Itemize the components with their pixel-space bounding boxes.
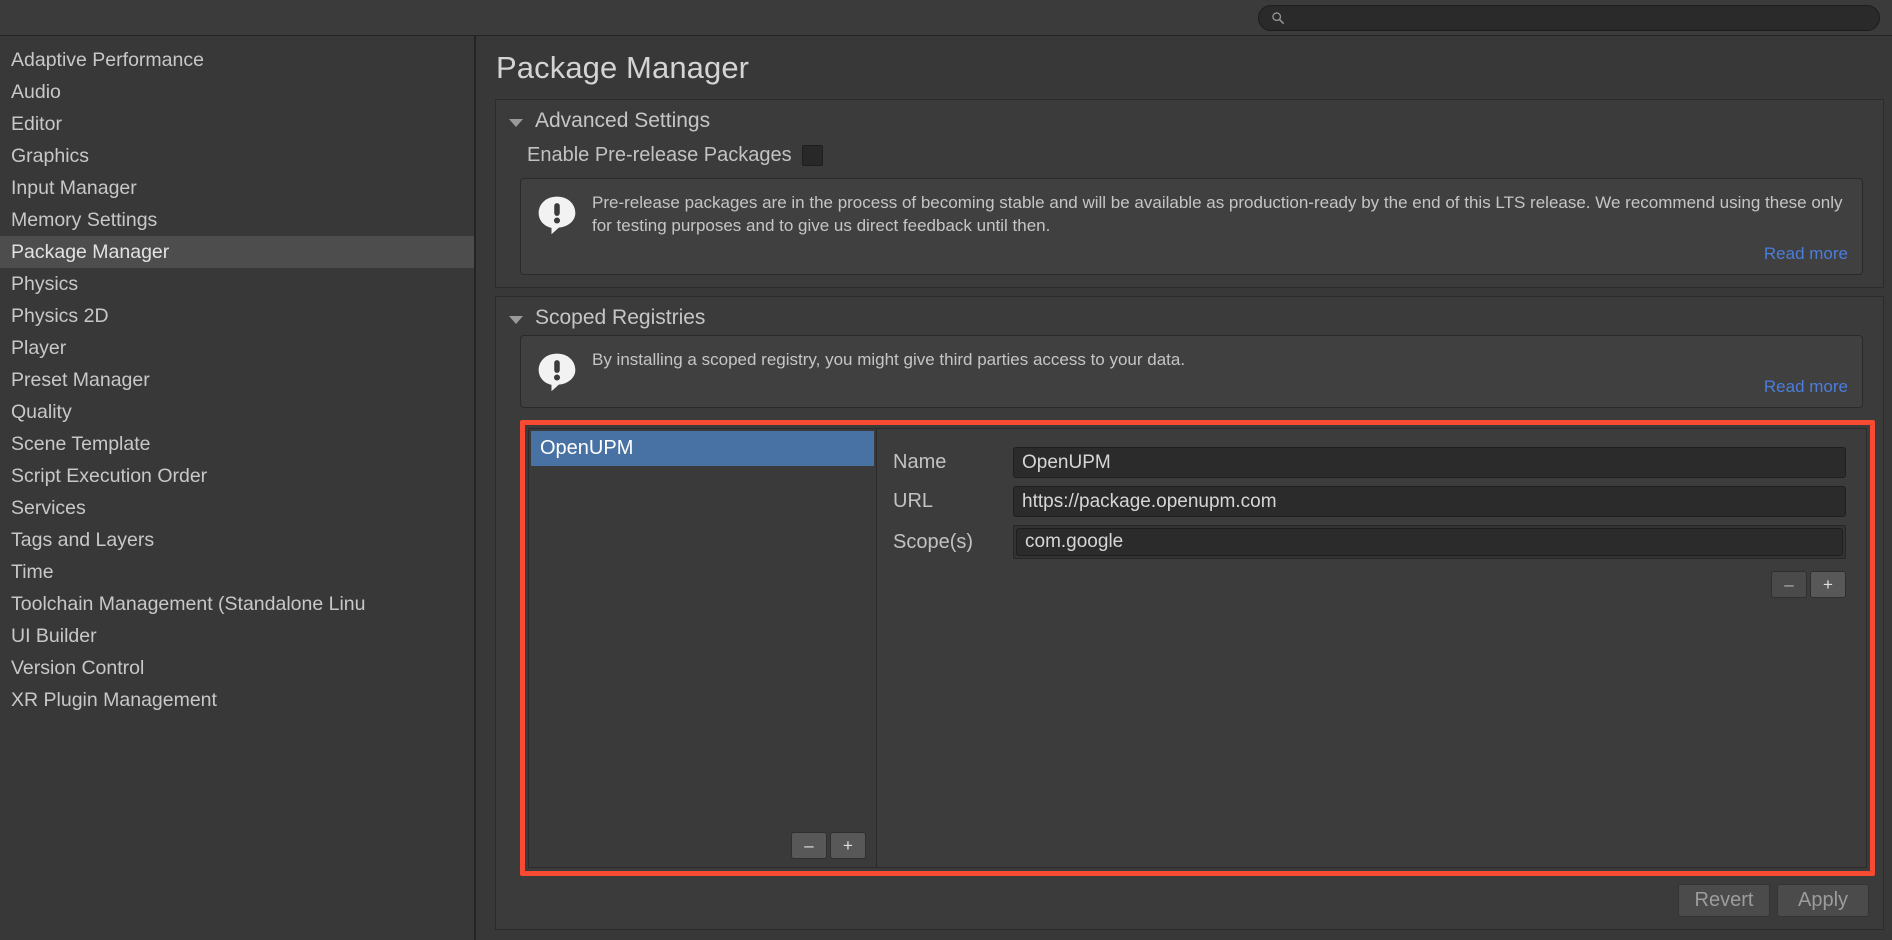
scoped-help-text: By installing a scoped registry, you mig…: [592, 348, 1848, 371]
info-speech-bubble-icon: [535, 193, 579, 237]
registry-url-input[interactable]: [1013, 486, 1846, 517]
sidebar-item-ui-builder[interactable]: UI Builder: [0, 620, 475, 652]
main-content: Package Manager Advanced Settings Enable…: [476, 36, 1892, 940]
registry-detail-panel: Name URL Scope(s): [877, 429, 1866, 867]
remove-scope-button[interactable]: –: [1771, 571, 1807, 598]
enable-prerelease-checkbox[interactable]: [802, 145, 823, 166]
registry-scope-input[interactable]: [1016, 528, 1843, 556]
prerelease-help-box: Pre-release packages are in the process …: [520, 178, 1863, 275]
scoped-registries-title: Scoped Registries: [535, 306, 705, 330]
sidebar-divider: [474, 36, 475, 940]
scoped-help-box: By installing a scoped registry, you mig…: [520, 335, 1863, 408]
scoped-registries-section: Scoped Registries By installing a scoped…: [495, 296, 1884, 930]
detail-spacer: [893, 598, 1846, 867]
sidebar-item-package-manager[interactable]: Package Manager: [0, 236, 475, 268]
apply-button[interactable]: Apply: [1777, 884, 1869, 917]
sidebar-item-physics-2d[interactable]: Physics 2D: [0, 300, 475, 332]
advanced-settings-header[interactable]: Advanced Settings: [496, 100, 1883, 138]
enable-prerelease-row: Enable Pre-release Packages: [496, 138, 1883, 178]
scoped-registry-editor: OpenUPM – + Name: [528, 428, 1867, 868]
search-icon: [1271, 11, 1285, 25]
sidebar-item-services[interactable]: Services: [0, 492, 475, 524]
sidebar-item-player[interactable]: Player: [0, 332, 475, 364]
registry-list-footer: – +: [529, 823, 876, 867]
sidebar-item-time[interactable]: Time: [0, 556, 475, 588]
registry-name-input[interactable]: [1013, 447, 1846, 478]
prerelease-help-body: Pre-release packages are in the process …: [592, 191, 1848, 264]
chevron-down-icon[interactable]: [509, 316, 523, 324]
advanced-settings-title: Advanced Settings: [535, 109, 710, 133]
scoped-registry-editor-highlight: OpenUPM – + Name: [520, 420, 1875, 876]
sidebar-item-input-manager[interactable]: Input Manager: [0, 172, 475, 204]
sidebar-item-editor[interactable]: Editor: [0, 108, 475, 140]
registry-name-row: Name: [893, 447, 1846, 478]
sidebar-item-preset-manager[interactable]: Preset Manager: [0, 364, 475, 396]
advanced-settings-section: Advanced Settings Enable Pre-release Pac…: [495, 99, 1884, 288]
add-scope-button[interactable]: +: [1810, 571, 1846, 598]
scoped-read-more-link[interactable]: Read more: [592, 377, 1848, 397]
registry-url-label: URL: [893, 490, 1013, 513]
unity-project-settings-window: Adaptive PerformanceAudioEditorGraphicsI…: [0, 0, 1892, 940]
chevron-down-icon[interactable]: [509, 119, 523, 127]
sidebar-item-graphics[interactable]: Graphics: [0, 140, 475, 172]
top-toolbar: [0, 0, 1892, 36]
sidebar-item-version-control[interactable]: Version Control: [0, 652, 475, 684]
sidebar-item-script-execution-order[interactable]: Script Execution Order: [0, 460, 475, 492]
sidebar-item-scene-template[interactable]: Scene Template: [0, 428, 475, 460]
registry-scopes-list[interactable]: [1013, 525, 1846, 559]
registry-scopes-label: Scope(s): [893, 531, 1013, 554]
sidebar-item-adaptive-performance[interactable]: Adaptive Performance: [0, 44, 475, 76]
page-title: Package Manager: [476, 36, 1892, 99]
sidebar-item-xr-plugin-management[interactable]: XR Plugin Management: [0, 684, 475, 716]
scope-buttons-row: – +: [893, 571, 1846, 598]
sidebar-item-physics[interactable]: Physics: [0, 268, 475, 300]
registry-scopes-row: Scope(s): [893, 525, 1846, 559]
sidebar-item-audio[interactable]: Audio: [0, 76, 475, 108]
sidebar-item-quality[interactable]: Quality: [0, 396, 475, 428]
settings-category-sidebar[interactable]: Adaptive PerformanceAudioEditorGraphicsI…: [0, 36, 476, 940]
sidebar-item-tags-and-layers[interactable]: Tags and Layers: [0, 524, 475, 556]
add-registry-button[interactable]: +: [830, 832, 866, 859]
scoped-registries-header[interactable]: Scoped Registries: [496, 297, 1883, 335]
registry-url-row: URL: [893, 486, 1846, 517]
prerelease-read-more-link[interactable]: Read more: [592, 244, 1848, 264]
sidebar-item-memory-settings[interactable]: Memory Settings: [0, 204, 475, 236]
info-speech-bubble-icon: [535, 350, 579, 394]
registry-list-item[interactable]: OpenUPM: [531, 431, 874, 466]
scoped-help-body: By installing a scoped registry, you mig…: [592, 348, 1848, 397]
enable-prerelease-label: Enable Pre-release Packages: [527, 144, 792, 167]
registry-list-column: OpenUPM – +: [529, 429, 877, 867]
remove-registry-button[interactable]: –: [791, 832, 827, 859]
prerelease-help-text: Pre-release packages are in the process …: [592, 191, 1848, 238]
search-box[interactable]: [1258, 5, 1880, 31]
body-split: Adaptive PerformanceAudioEditorGraphicsI…: [0, 36, 1892, 940]
registry-list[interactable]: OpenUPM: [529, 429, 876, 823]
apply-buttons-row: Revert Apply: [496, 884, 1883, 929]
sidebar-item-toolchain-management-standalone-linu[interactable]: Toolchain Management (Standalone Linu: [0, 588, 475, 620]
registry-name-label: Name: [893, 451, 1013, 474]
revert-button[interactable]: Revert: [1678, 884, 1770, 917]
search-input[interactable]: [1285, 10, 1869, 25]
